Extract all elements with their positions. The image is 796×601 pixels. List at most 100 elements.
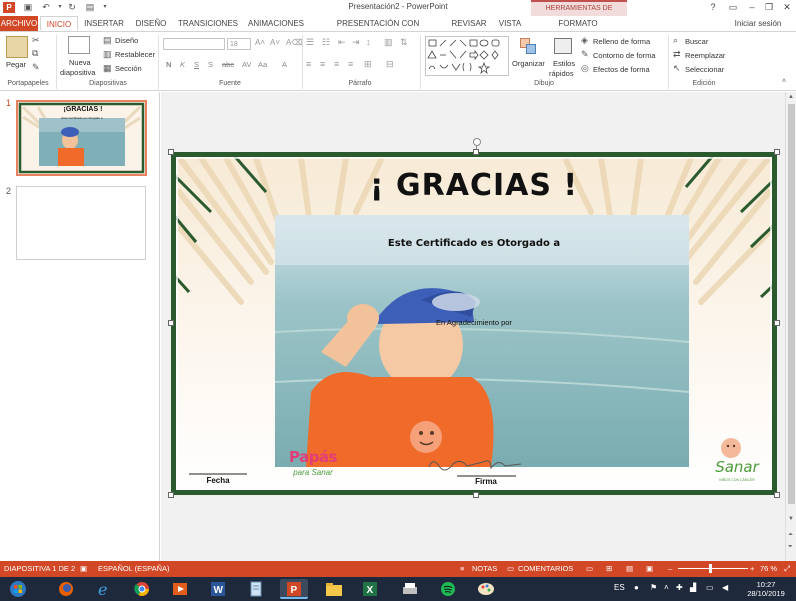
arrange-button[interactable]: Organizar [512, 59, 545, 68]
section-button[interactable]: Sección [115, 64, 142, 73]
tab-inicio[interactable]: INICIO [40, 16, 78, 31]
resize-handle-n[interactable] [473, 149, 479, 155]
thanks-text[interactable]: En Agradecimiento por [371, 318, 577, 327]
shape-fill-button[interactable]: Relleno de forma [593, 37, 650, 46]
quick-styles-label-2[interactable]: rápidos [549, 69, 574, 78]
align-center-icon[interactable]: ≡ [320, 59, 325, 69]
ribbon-display-options-icon[interactable]: ▭ [726, 1, 740, 14]
zoom-slider-track[interactable] [678, 568, 748, 569]
scroll-up-icon[interactable]: ▲ [788, 94, 794, 100]
tab-vista[interactable]: VISTA [494, 16, 526, 31]
input-language[interactable]: ES [614, 583, 625, 592]
quick-styles-label-1[interactable]: Estilos [553, 59, 575, 68]
spelling-icon[interactable]: ▣ [80, 564, 87, 573]
rotate-handle[interactable] [473, 138, 481, 146]
clear-format-icon[interactable]: A⌫ [286, 38, 303, 47]
zoom-in-icon[interactable]: + [750, 564, 754, 573]
resize-handle-e[interactable] [774, 320, 780, 326]
slide-1[interactable]: ¡ GRACIAS ! Este Certificado es Otorgado… [171, 152, 777, 495]
network-icon[interactable]: ▟ [690, 583, 696, 592]
shrink-font-icon[interactable]: A˅ [270, 38, 280, 47]
resize-handle-nw[interactable] [168, 149, 174, 155]
select-button[interactable]: Seleccionar [685, 65, 724, 74]
restore-icon[interactable]: ❐ [762, 1, 776, 14]
strikethrough-button[interactable]: abc [222, 60, 234, 69]
tab-transiciones[interactable]: TRANSICIONES [176, 16, 240, 31]
resize-handle-ne[interactable] [774, 149, 780, 155]
start-button[interactable] [4, 579, 32, 599]
tab-formato[interactable]: FORMATO [548, 16, 608, 31]
printer-icon[interactable] [396, 579, 424, 599]
replace-button[interactable]: Reemplazar [685, 51, 725, 60]
text-direction-icon[interactable]: ⇅ [400, 37, 408, 48]
numbering-icon[interactable]: ☷ [322, 37, 330, 48]
align-right-icon[interactable]: ≡ [334, 59, 339, 69]
clock-date[interactable]: 28/10/2019 [742, 589, 790, 598]
tab-diseno[interactable]: DISEÑO [132, 16, 170, 31]
tab-archivo[interactable]: ARCHIVO [0, 16, 38, 31]
previous-slide-icon[interactable]: ⏶ [788, 532, 793, 539]
resize-handle-sw[interactable] [168, 492, 174, 498]
notes-button[interactable]: NOTAS [472, 564, 497, 573]
resize-handle-w[interactable] [168, 320, 174, 326]
next-slide-icon[interactable]: ⏷ [788, 544, 793, 551]
cut-icon[interactable]: ✂ [32, 35, 40, 46]
powerpoint-taskbar-icon[interactable]: P [280, 579, 308, 599]
skype-icon[interactable]: ✚ [676, 583, 683, 592]
chrome-icon[interactable] [128, 579, 156, 599]
excel-icon[interactable]: X [356, 579, 384, 599]
shapes-gallery[interactable] [425, 36, 509, 76]
zoom-slider-thumb[interactable] [709, 564, 712, 573]
align-text-icon[interactable]: ⊞ [364, 59, 372, 70]
signin-link[interactable]: Iniciar sesión [730, 16, 786, 31]
paste-icon[interactable] [6, 36, 28, 58]
thumbnail-slide-1[interactable]: ¡GRACIAS ! Este Certificado es Otorgado … [16, 100, 147, 176]
certificate-text[interactable]: Este Certificado es Otorgado a [351, 238, 597, 249]
bullets-icon[interactable]: ☰ [306, 37, 314, 48]
shadow-button[interactable]: S [208, 60, 213, 69]
char-spacing-button[interactable]: AV [242, 60, 251, 69]
fit-to-window-icon[interactable]: ⤢ [784, 564, 790, 574]
copy-icon[interactable]: ⧉ [32, 48, 38, 59]
vertical-scrollbar[interactable]: ▲ ▼ ⏶ ⏷ [785, 92, 796, 561]
normal-view-icon[interactable]: ▭ [586, 564, 593, 573]
comments-button[interactable]: COMENTARIOS [518, 564, 573, 573]
new-slide-label-2[interactable]: diapositiva [60, 68, 95, 77]
notepad-icon[interactable] [242, 579, 270, 599]
firefox-icon[interactable] [52, 579, 80, 599]
help-icon[interactable]: ? [706, 1, 720, 14]
italic-button[interactable]: K [180, 60, 185, 69]
slideshow-icon[interactable]: ▣ [646, 564, 653, 573]
increase-indent-icon[interactable]: ⇥ [352, 37, 360, 48]
font-color-button[interactable]: A [282, 60, 287, 69]
slide-editing-canvas[interactable]: ¡ GRACIAS ! Este Certificado es Otorgado… [161, 92, 785, 561]
columns-icon[interactable]: ▥ [384, 37, 393, 48]
underline-button[interactable]: S [194, 60, 199, 69]
resize-handle-se[interactable] [774, 492, 780, 498]
bold-button[interactable]: N [166, 60, 171, 69]
close-icon[interactable]: ✕ [780, 1, 794, 14]
smartart-icon[interactable]: ⊟ [386, 59, 394, 70]
action-center-icon[interactable]: ⚑ [650, 583, 657, 592]
zoom-level[interactable]: 76 % [760, 564, 777, 573]
font-size-input[interactable]: 18 [227, 38, 251, 50]
find-button[interactable]: Buscar [685, 37, 708, 46]
new-slide-icon[interactable] [68, 36, 90, 54]
date-label[interactable]: Fecha [185, 476, 251, 485]
slide-title[interactable]: ¡ GRACIAS ! [351, 168, 597, 203]
word-icon[interactable]: W [204, 579, 232, 599]
slide-sorter-icon[interactable]: ⊞ [606, 564, 612, 573]
scrollbar-thumb[interactable] [788, 104, 795, 504]
internet-explorer-icon[interactable]: e [90, 579, 118, 599]
layout-button[interactable]: Diseño [115, 36, 138, 45]
scroll-down-icon[interactable]: ▼ [788, 516, 794, 522]
spotify-icon[interactable] [434, 579, 462, 599]
volume-icon[interactable]: ◀ [722, 583, 728, 592]
paint-icon[interactable] [472, 579, 500, 599]
language-indicator[interactable]: ESPAÑOL (ESPAÑA) [98, 564, 170, 573]
reading-view-icon[interactable]: ▤ [626, 564, 633, 573]
font-name-input[interactable] [163, 38, 225, 50]
shape-outline-button[interactable]: Contorno de forma [593, 51, 656, 60]
line-spacing-icon[interactable]: ↕ [366, 37, 371, 47]
tab-revisar[interactable]: REVISAR [450, 16, 488, 31]
